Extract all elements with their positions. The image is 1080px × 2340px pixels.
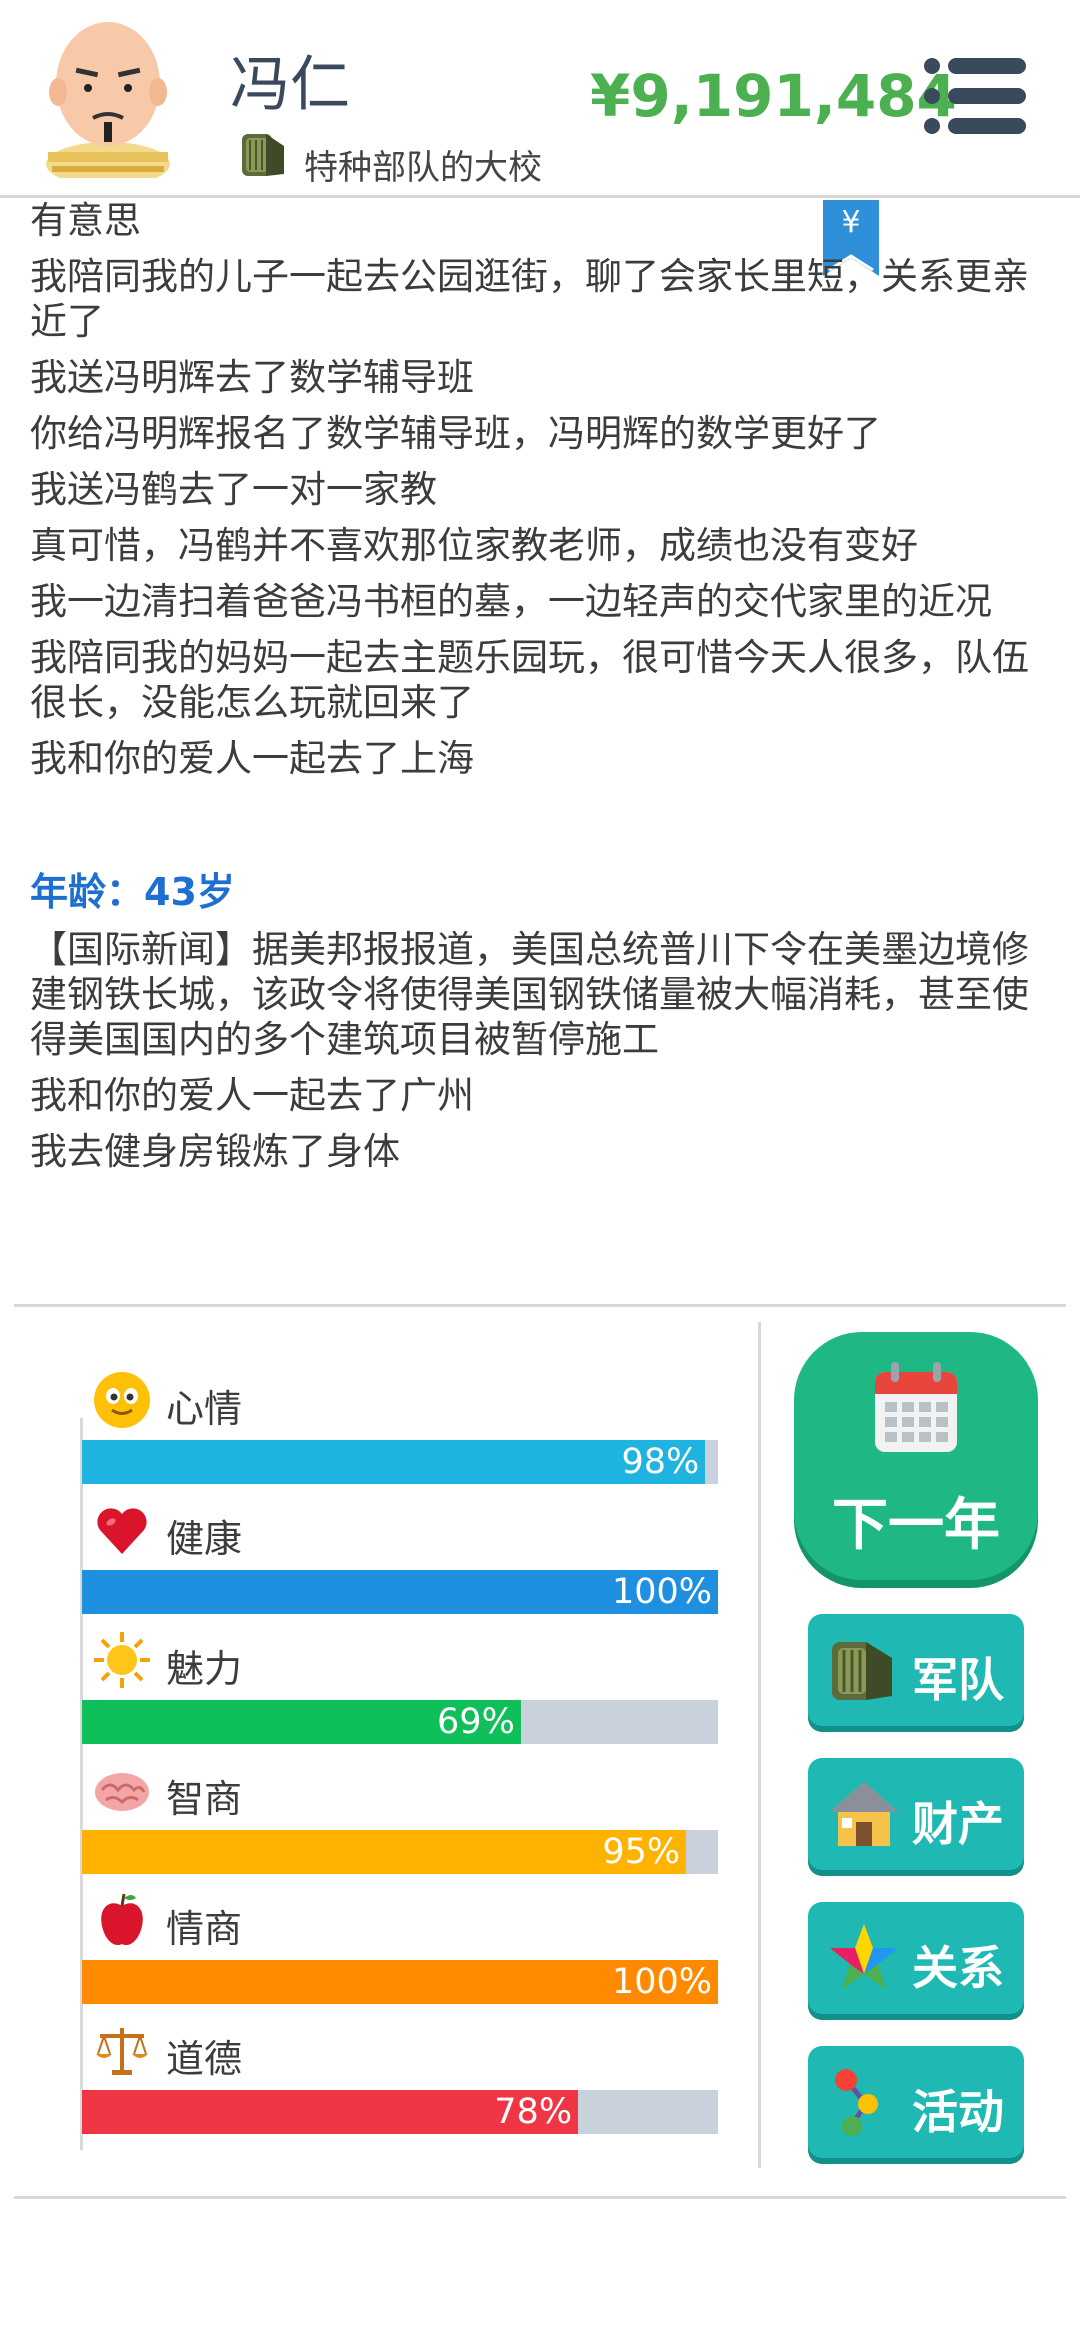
log-line: 我送冯明辉去了数学辅导班 [30,356,474,399]
stat-percent: 100% [611,1572,712,1612]
stat-percent: 95% [602,1832,681,1872]
brain-icon [95,1773,149,1811]
army-label: 军队 [912,1653,1004,1707]
star-icon [830,1924,898,1990]
stat-bar: 69% [82,1700,718,1744]
next-year-label: 下一年 [832,1493,1000,1558]
scales-icon [96,2028,148,2075]
activity-button[interactable]: 活动 [808,2046,1024,2158]
property-label: 财产 [912,1797,1004,1851]
stat-bar-fill [82,1830,687,1874]
stat-label: 健康 [166,1517,243,1561]
log-lines-after: 【国际新闻】据美邦报报道，美国总统普川下令在美墨边境修建钢铁长城，该政令将使得美… [30,927,1040,1174]
stat-percent: 100% [611,1962,712,2002]
sun-icon [94,1632,150,1688]
stat-iq: 智商 95% [82,1760,718,1874]
log-line: 我送冯鹤去了一对一家教 [30,468,437,511]
stat-label: 魅力 [166,1647,243,1691]
stat-label: 情商 [166,1907,243,1951]
stat-bar: 78% [82,2090,718,2134]
log-line: 你给冯明辉报名了数学辅导班，冯明辉的数学更好了 [30,412,881,455]
menu-list-icon[interactable] [922,56,1030,136]
army-button[interactable]: 军队 [808,1614,1024,1726]
property-button[interactable]: 财产 [808,1758,1024,1870]
player-rank: 特种部队的大校 [304,148,542,188]
stat-percent: 78% [494,2092,573,2132]
stat-label: 心情 [166,1387,243,1431]
next-year-button[interactable]: 下一年 [794,1332,1038,1580]
activity-label: 活动 [912,2085,1004,2139]
military-badge-icon [832,1642,892,1700]
log-line: 我陪同我的儿子一起去公园逛街，聊了会家长里短，关系更亲近了 [30,255,1029,343]
stat-bar: 100% [82,1960,718,2004]
stat-charm: 魅力 69% [82,1630,718,1744]
apple-icon [101,1893,143,1946]
stat-percent: 98% [621,1442,700,1482]
log-line: 我陪同我的妈妈一起去主题乐园玩，很可惜今天人很多，队伍很长，没能怎么玩就回来了 [30,636,1029,724]
stat-morality: 道德 78% [82,2020,718,2134]
log-line: 我一边清扫着爸爸冯书桓的墓，一边轻声的交代家里的近况 [30,580,992,623]
section-divider [14,1304,1066,1307]
stat-eq: 情商 100% [82,1890,718,2004]
log-line: 真可惜，冯鹤并不喜欢那位家教老师，成绩也没有变好 [30,524,918,567]
event-log: 有意思 我陪同我的儿子一起去公园逛街，聊了会家长里短，关系更亲近了 我送冯明辉去… [30,198,1040,1304]
relations-label: 关系 [912,1941,1004,1995]
calendar-icon [875,1362,957,1452]
log-line: 我和你的爱人一起去了上海 [30,737,474,780]
smiley-icon [94,1372,150,1428]
stat-label: 道德 [166,2037,243,2081]
log-line: 有意思 [30,199,141,242]
stat-percent: 69% [437,1702,515,1742]
stat-label: 智商 [166,1777,243,1821]
stat-bar-fill [82,1440,706,1484]
log-line: 我去健身房锻炼了身体 [30,1130,400,1173]
log-line: 【国际新闻】据美邦报报道，美国总统普川下令在美墨边境修建钢铁长城，该政令将使得美… [30,928,1029,1061]
house-icon [830,1782,898,1846]
section-divider [14,2196,1066,2199]
avatar[interactable] [38,14,178,178]
stat-bar: 100% [82,1570,718,1614]
stat-bar: 95% [82,1830,718,1874]
military-badge-icon [242,134,284,176]
stat-bar: 98% [82,1440,718,1484]
heart-icon [97,1508,147,1554]
stat-health: 健康 100% [82,1500,718,1614]
relations-button[interactable]: 关系 [808,1902,1024,2014]
player-name: 冯仁 [230,50,350,120]
log-lines-before: 有意思 我陪同我的儿子一起去公园逛街，聊了会家长里短，关系更亲近了 我送冯明辉去… [30,198,1040,781]
money-amount: ¥9,191,484 [590,62,957,130]
stat-mood: 心情 98% [82,1370,718,1484]
age-heading: 年龄：43岁 [30,870,235,914]
log-line: 我和你的爱人一起去了广州 [30,1074,474,1117]
molecule-icon [835,2069,878,2136]
vertical-divider [758,1322,761,2168]
header: 冯仁 特种部队的大校 ¥9,191,484 [0,0,1080,198]
